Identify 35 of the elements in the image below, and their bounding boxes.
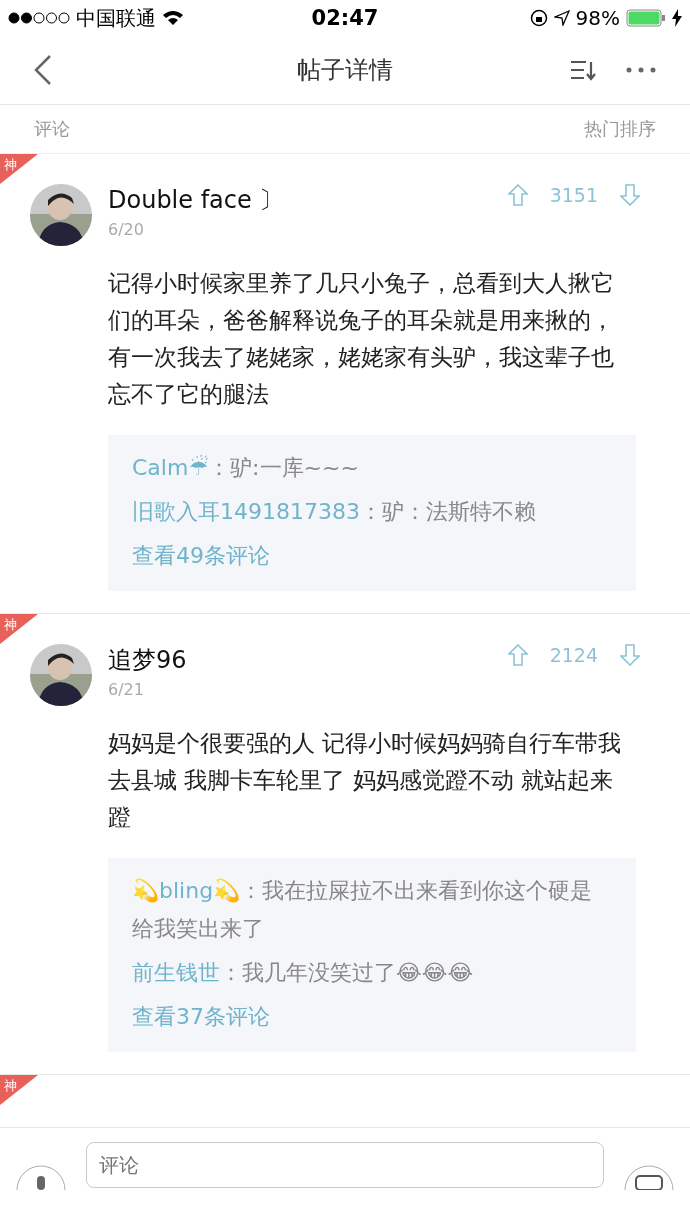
sort-icon[interactable] bbox=[570, 59, 596, 81]
author-name[interactable]: 追梦96 bbox=[108, 644, 187, 676]
reply-text: 旧歌入耳1491817383：驴：法斯特不赖 bbox=[132, 498, 536, 526]
signal-icon bbox=[8, 12, 70, 24]
reply-text: 前生钱世：我几年没笑过了😂😂😂 bbox=[132, 959, 474, 987]
god-comment-badge: 神 bbox=[0, 154, 38, 184]
back-icon[interactable] bbox=[34, 55, 52, 85]
view-replies-link[interactable]: 查看37条评论 bbox=[132, 998, 270, 1036]
location-icon bbox=[553, 10, 570, 26]
post-date: 6/21 bbox=[108, 680, 145, 699]
comment-text: 记得小时候家里养了几只小兔子，总看到大人揪它们的耳朵，爸爸解释说兔子的耳朵就是用来揪的，有一次我去了姥姥家，姥姥家有头驴，我这辈子也忘不了它的腿法 bbox=[108, 269, 615, 409]
carrier: 中国联通 bbox=[76, 4, 156, 32]
clock: 02:47 bbox=[311, 6, 379, 30]
reply-text: 💫bling💫：我在拉屎拉不出来看到你这个硬是给我笑出来了 bbox=[132, 877, 594, 943]
vote-count: 2124 bbox=[549, 644, 598, 666]
more-icon[interactable] bbox=[626, 67, 656, 73]
battery-percent: 98% bbox=[575, 6, 620, 30]
god-comment-badge: 神 bbox=[0, 614, 38, 644]
battery-icon bbox=[626, 9, 666, 27]
voice-icon[interactable] bbox=[16, 1164, 66, 1190]
charging-icon bbox=[672, 9, 682, 27]
vote-count: 3151 bbox=[549, 184, 598, 206]
view-replies-link[interactable]: 查看49条评论 bbox=[132, 537, 270, 575]
reply-text: Calm☔：驴:一库~~~ bbox=[132, 453, 359, 482]
page-title: 帖子详情 bbox=[297, 55, 393, 86]
comment-text: 妈妈是个很要强的人 记得小时候妈妈骑自行车带我去县城 我脚卡车轮里了 妈妈感觉蹬不动 就站起来蹬 bbox=[108, 729, 623, 832]
god-comment-badge: 神 bbox=[0, 1075, 38, 1105]
section-title: 评论 bbox=[34, 117, 70, 141]
author-name[interactable]: Double face 〕 bbox=[108, 184, 284, 216]
emoji-icon[interactable] bbox=[624, 1164, 674, 1190]
rotation-lock-icon bbox=[529, 9, 548, 27]
wifi-icon bbox=[162, 10, 184, 26]
sort-toggle[interactable]: 热门排序 bbox=[584, 117, 656, 141]
comment-input[interactable]: 评论 bbox=[86, 1142, 604, 1188]
post-date: 6/20 bbox=[108, 220, 145, 239]
